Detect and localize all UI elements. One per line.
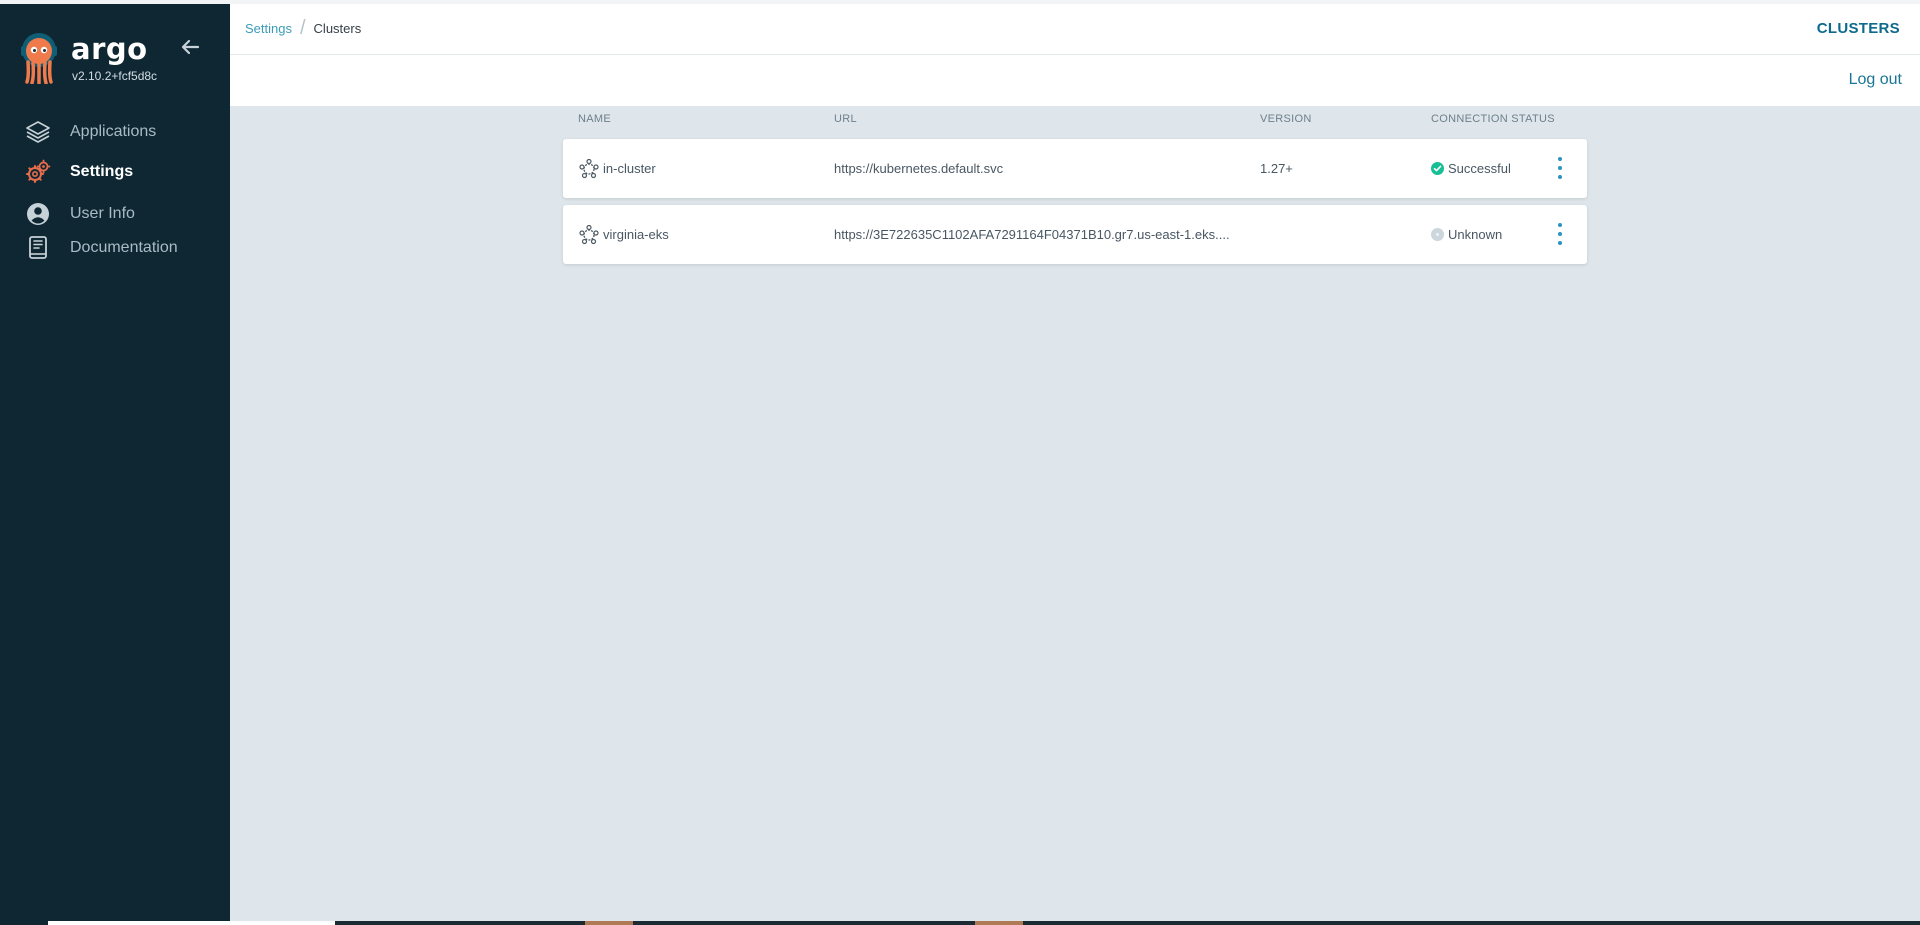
sidebar-item-settings[interactable]: Settings bbox=[0, 152, 230, 192]
kebab-dot bbox=[1558, 223, 1562, 227]
sidebar-item-documentation[interactable]: Documentation bbox=[0, 228, 230, 268]
check-circle-icon bbox=[1431, 162, 1444, 175]
brand-name: argo bbox=[71, 32, 148, 66]
table-row[interactable]: virginia-eks https://3E722635C1102AFA729… bbox=[563, 205, 1587, 264]
cluster-name: in-cluster bbox=[603, 161, 656, 176]
bottom-strip-segment bbox=[975, 921, 1023, 925]
breadcrumb-separator: / bbox=[299, 17, 306, 39]
kebab-dot bbox=[1558, 157, 1562, 161]
bottom-strip-segment bbox=[335, 921, 1920, 925]
kebab-dot bbox=[1558, 241, 1562, 245]
page-title: CLUSTERS bbox=[1816, 20, 1900, 37]
sidebar-item-label: Applications bbox=[70, 123, 157, 140]
table-header: NAME URL VERSION CONNECTION STATUS bbox=[563, 108, 1587, 132]
collapse-sidebar-button[interactable] bbox=[178, 34, 204, 60]
logout-button[interactable]: Log out bbox=[1849, 71, 1902, 89]
toolbar: Log out bbox=[230, 55, 1920, 106]
kebab-dot bbox=[1558, 175, 1562, 179]
row-actions-menu-button[interactable] bbox=[1555, 223, 1565, 245]
table-row[interactable]: in-cluster https://kubernetes.default.sv… bbox=[563, 139, 1587, 198]
cluster-url: https://3E722635C1102AFA7291164F04371B10… bbox=[834, 227, 1230, 242]
breadcrumb: Settings / Clusters bbox=[245, 17, 362, 39]
window-bottom-strip bbox=[0, 921, 1920, 925]
column-header-version: VERSION bbox=[1260, 113, 1312, 125]
sidebar: argo v2.10.2+fcf5d8c Applications Settin… bbox=[0, 4, 230, 921]
row-actions-menu-button[interactable] bbox=[1555, 157, 1565, 179]
app-version: v2.10.2+fcf5d8c bbox=[72, 69, 158, 83]
bottom-strip-segment bbox=[585, 921, 633, 925]
cluster-name-cell: virginia-eks bbox=[579, 205, 669, 264]
cluster-status: Successful bbox=[1448, 161, 1511, 176]
sidebar-item-applications[interactable]: Applications bbox=[0, 112, 230, 152]
kebab-dot bbox=[1558, 232, 1562, 236]
cluster-status-cell: Unknown bbox=[1431, 205, 1502, 264]
sidebar-item-label: User Info bbox=[70, 205, 135, 222]
book-icon bbox=[25, 235, 51, 261]
clusters-table: NAME URL VERSION CONNECTION STATUS in-cl… bbox=[563, 108, 1587, 264]
user-circle-icon bbox=[25, 201, 51, 227]
cluster-status-cell: Successful bbox=[1431, 139, 1511, 198]
sidebar-item-label: Documentation bbox=[70, 239, 178, 256]
unknown-status-icon bbox=[1431, 228, 1444, 241]
column-header-name: NAME bbox=[578, 113, 611, 125]
cluster-icon bbox=[579, 224, 599, 244]
page-header: Settings / Clusters CLUSTERS bbox=[230, 4, 1920, 55]
cluster-version: 1.27+ bbox=[1260, 161, 1293, 176]
gears-icon bbox=[25, 159, 51, 185]
cluster-name: virginia-eks bbox=[603, 227, 669, 242]
column-header-url: URL bbox=[834, 113, 857, 125]
kebab-dot bbox=[1558, 166, 1562, 170]
sidebar-nav: Applications Settings User Info Document… bbox=[0, 112, 230, 272]
argo-logo bbox=[19, 32, 59, 85]
bottom-strip-segment bbox=[0, 921, 48, 925]
layers-icon bbox=[25, 119, 51, 145]
breadcrumb-settings-link[interactable]: Settings bbox=[245, 21, 292, 36]
cluster-name-cell: in-cluster bbox=[579, 139, 656, 198]
arrow-left-icon bbox=[181, 39, 200, 55]
cluster-icon bbox=[579, 158, 599, 178]
breadcrumb-current: Clusters bbox=[313, 21, 362, 36]
cluster-url: https://kubernetes.default.svc bbox=[834, 161, 1004, 176]
sidebar-item-label: Settings bbox=[70, 163, 134, 180]
column-header-connection-status: CONNECTION STATUS bbox=[1431, 113, 1555, 125]
cluster-status: Unknown bbox=[1448, 227, 1503, 242]
